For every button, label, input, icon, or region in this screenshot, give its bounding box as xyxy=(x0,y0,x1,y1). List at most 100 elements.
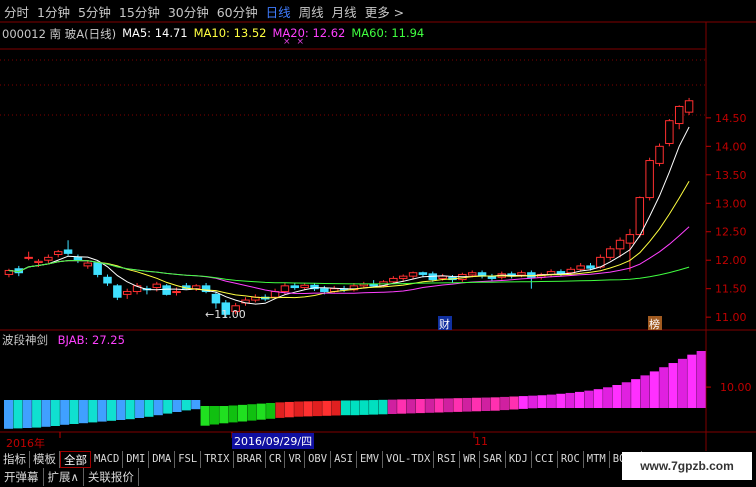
candle-body-62 xyxy=(615,239,625,250)
period-2[interactable]: 5分钟 xyxy=(74,2,115,21)
bjab-bar-10 xyxy=(97,400,107,422)
bottom-button-2[interactable]: 关联报价 xyxy=(84,468,139,486)
ma-info-bar: 000012 南 玻A(日线) MA5: 14.71 MA10: 13.52 MA2… xyxy=(2,26,424,42)
bjab-bar-25 xyxy=(238,404,248,422)
bottom-toolbar: 开弹幕 扩展∧ 关联报价 xyxy=(0,468,139,486)
bjab-bar-0 xyxy=(4,400,14,429)
bjab-bar-73 xyxy=(687,354,697,408)
candle-body-42 xyxy=(418,272,428,275)
bjab-bar-31 xyxy=(294,401,304,417)
tab-5[interactable]: DMA xyxy=(149,451,176,468)
tab-13[interactable]: EMV xyxy=(357,451,384,468)
tab-0[interactable]: 指标 xyxy=(0,451,30,468)
tab-9[interactable]: CR xyxy=(266,451,286,468)
candle-body-7 xyxy=(73,256,83,261)
tab-21[interactable]: MTM xyxy=(584,451,610,468)
bjab-bar-56 xyxy=(528,395,538,409)
bjab-bar-3 xyxy=(32,400,42,428)
candle-body-39 xyxy=(389,277,398,283)
bjab-bar-38 xyxy=(359,400,369,415)
bjab-bar-36 xyxy=(340,400,351,416)
price-tick-label-6: 11.50 xyxy=(715,283,747,296)
watermark-logo: www.7gpzb.com xyxy=(622,452,752,480)
tab-20[interactable]: ROC xyxy=(558,451,584,468)
bjab-bar-13 xyxy=(125,400,135,420)
price-tick-label-3: 13.00 xyxy=(715,197,747,210)
tab-7[interactable]: TRIX xyxy=(201,451,234,468)
tab-11[interactable]: OBV xyxy=(305,451,332,468)
bjab-bar-35 xyxy=(331,400,341,416)
bjab-bar-33 xyxy=(312,401,322,417)
period-9[interactable]: 更多 > xyxy=(361,2,408,21)
candle-body-3 xyxy=(34,260,43,263)
bjab-bar-43 xyxy=(406,399,416,414)
candle-body-41 xyxy=(408,272,418,277)
bjab-bar-26 xyxy=(247,404,257,421)
bjab-bar-21 xyxy=(200,406,210,426)
tab-15[interactable]: RSI xyxy=(434,451,461,468)
bjab-bar-58 xyxy=(546,394,556,408)
ma-value-3: MA60: 11.94 xyxy=(351,26,425,40)
marker-x-icons: ×× xyxy=(283,37,311,47)
bjab-bar-15 xyxy=(144,400,154,417)
stock-name: 000012 南 玻A(日线) xyxy=(2,27,117,41)
bottom-button-1[interactable]: 扩展∧ xyxy=(44,468,84,486)
tab-3[interactable]: MACD xyxy=(91,451,124,468)
bjab-bar-59 xyxy=(556,393,566,408)
tab-17[interactable]: SAR xyxy=(480,451,506,468)
candle-body-67 xyxy=(665,120,674,144)
tab-16[interactable]: WR xyxy=(460,451,480,468)
date-cursor-label: 2016/09/29/四 xyxy=(232,433,315,449)
candle-body-61 xyxy=(605,248,615,258)
tab-1[interactable]: 模板 xyxy=(30,451,60,468)
candle-body-29 xyxy=(290,285,300,289)
bottom-button-0[interactable]: 开弹幕 xyxy=(0,468,44,486)
chart-canvas[interactable]: 14.50 14.00 13.50 13.00 12.50 12.00 11.50 11.00… xyxy=(0,0,756,451)
period-7[interactable]: 周线 xyxy=(295,2,328,21)
period-6[interactable]: 日线 xyxy=(262,2,295,21)
cai-label: 财 xyxy=(439,317,450,331)
period-5[interactable]: 60分钟 xyxy=(213,2,262,21)
bjab-bar-42 xyxy=(397,399,407,414)
tab-14[interactable]: VOL-TDX xyxy=(383,451,435,468)
bjab-bar-44 xyxy=(415,399,425,414)
bjab-bar-32 xyxy=(303,401,313,417)
bjab-bar-17 xyxy=(163,400,173,414)
bjab-bar-20 xyxy=(191,400,201,410)
period-1[interactable]: 1分钟 xyxy=(33,2,74,21)
candle-body-4 xyxy=(44,256,53,261)
bjab-bar-7 xyxy=(69,400,79,424)
period-8[interactable]: 月线 xyxy=(328,2,361,21)
tab-6[interactable]: FSL xyxy=(175,451,202,468)
candle-body-59 xyxy=(586,265,595,269)
period-3[interactable]: 15分钟 xyxy=(115,2,164,21)
price-tick-label-4: 12.50 xyxy=(715,226,747,239)
bjab-bar-65 xyxy=(612,384,622,408)
tab-4[interactable]: DMI xyxy=(123,451,150,468)
bjab-bar-19 xyxy=(181,400,191,411)
candle-body-66 xyxy=(655,145,664,164)
candle-body-11 xyxy=(113,285,122,298)
tab-19[interactable]: CCI xyxy=(532,451,558,468)
indicator-name: 波段神剑 xyxy=(2,333,48,347)
tab-10[interactable]: VR xyxy=(285,451,306,468)
tab-2[interactable]: 全部 xyxy=(60,451,91,468)
tab-8[interactable]: BRAR xyxy=(234,451,266,468)
price-tick-label-1: 14.00 xyxy=(715,140,747,153)
candle-body-64 xyxy=(635,197,645,236)
candle-body-8 xyxy=(83,262,93,267)
tab-12[interactable]: ASI xyxy=(331,451,358,468)
candle-body-17 xyxy=(172,291,181,294)
period-4[interactable]: 30分钟 xyxy=(164,2,213,21)
bjab-bar-45 xyxy=(425,398,435,413)
price-tick-label-0: 14.50 xyxy=(715,112,747,125)
bjab-bar-74 xyxy=(696,351,706,408)
tab-18[interactable]: KDJ xyxy=(506,451,532,468)
bjab-bar-41 xyxy=(387,399,397,414)
price-tick-label-2: 13.50 xyxy=(715,169,747,182)
date-month-label: 11 xyxy=(474,435,488,448)
candle-body-52 xyxy=(517,272,526,276)
period-0[interactable]: 分时 xyxy=(0,2,33,21)
bjab-bar-37 xyxy=(350,400,360,416)
bjab-bar-54 xyxy=(509,396,519,410)
